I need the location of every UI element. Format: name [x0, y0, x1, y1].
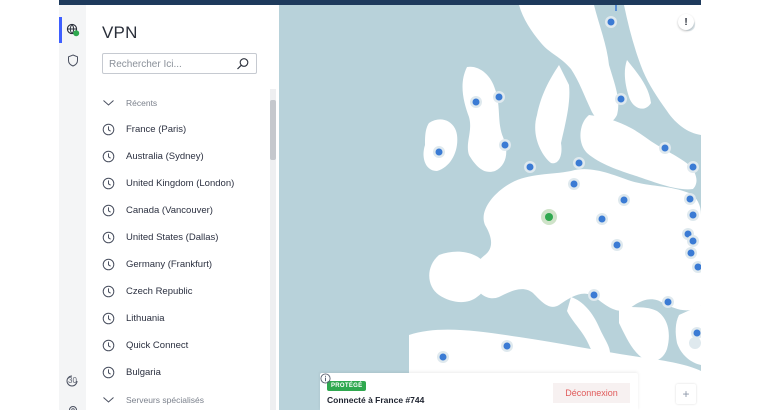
server-list: Récents France (Paris) Australia (Sydney) U… [86, 89, 269, 410]
clock-icon [102, 258, 115, 271]
list-item-label: Quick Connect [126, 340, 189, 351]
clock-icon [102, 150, 115, 163]
app-window: 30 VPN Récents France (Paris) Australia (S… [59, 0, 701, 410]
clock-icon [102, 312, 115, 325]
info-icon[interactable] [320, 373, 331, 384]
list-item-france-paris[interactable]: France (Paris) [86, 116, 269, 143]
clock-icon [102, 177, 115, 190]
landmass [409, 5, 701, 410]
clock-icon [102, 231, 115, 244]
list-item-czech-republic[interactable]: Czech Republic [86, 278, 269, 305]
connection-status-card: PROTÉGÉ Connecté à France #744 Déconnexi… [320, 373, 638, 410]
chevron-down-icon [102, 393, 115, 406]
zoom-in-button[interactable]: + [676, 384, 696, 404]
nav-rail: 30 [59, 5, 87, 410]
clock-icon [102, 285, 115, 298]
rail-settings-button[interactable] [59, 397, 86, 410]
rail-active-indicator [59, 17, 62, 43]
globe-shield-icon [66, 23, 79, 37]
section-header-serveurs-sp-cialis-s[interactable]: Serveurs spécialisés [86, 386, 269, 410]
list-item-label: United Kingdom (London) [126, 178, 235, 189]
list-item-label: Serveurs spécialisés [126, 394, 204, 405]
rail-timer-button[interactable]: 30 [59, 368, 86, 394]
list-item-label: Récents [126, 97, 158, 108]
scrollbar-thumb[interactable] [270, 100, 276, 160]
clock-icon [102, 204, 115, 217]
list-item-bulgaria[interactable]: Bulgaria [86, 359, 269, 386]
list-item-united-kingdom-london[interactable]: United Kingdom (London) [86, 170, 269, 197]
search-box [102, 53, 257, 74]
connection-text: Connecté à France #744 [327, 395, 425, 405]
disconnect-button[interactable]: Déconnexion [553, 383, 630, 403]
list-item-label: Australia (Sydney) [126, 151, 204, 162]
list-item-united-states-dallas[interactable]: United States (Dallas) [86, 224, 269, 251]
list-item-label: France (Paris) [126, 124, 187, 135]
list-item-lithuania[interactable]: Lithuania [86, 305, 269, 332]
search-icon[interactable] [236, 57, 250, 71]
list-item-label: Czech Republic [126, 286, 193, 297]
list-item-australia-sydney[interactable]: Australia (Sydney) [86, 143, 269, 170]
rail-vpn-button[interactable] [59, 17, 86, 43]
connected-server-marker[interactable] [541, 209, 557, 225]
list-item-label: United States (Dallas) [126, 232, 219, 243]
clock-icon [102, 339, 115, 352]
sidebar: VPN Récents France (Paris) Australia (Sydn… [86, 5, 279, 410]
page-title: VPN [102, 23, 138, 42]
map-graphic [409, 5, 701, 410]
gear-icon [68, 406, 77, 410]
rail-shield-button[interactable] [59, 47, 86, 73]
list-item-canada-vancouver[interactable]: Canada (Vancouver) [86, 197, 269, 224]
search-input[interactable] [109, 57, 229, 71]
list-item-label: Bulgaria [126, 367, 161, 378]
server-map[interactable]: ! PROTÉGÉ Connecté à France #744 Déconne… [279, 5, 701, 410]
chevron-down-icon [102, 96, 115, 109]
clock-icon [102, 123, 115, 136]
list-item-germany-frankfurt[interactable]: Germany (Frankfurt) [86, 251, 269, 278]
protected-badge: PROTÉGÉ [327, 381, 367, 391]
clock-icon [102, 366, 115, 379]
list-item-quick-connect[interactable]: Quick Connect [86, 332, 269, 359]
list-item-label: Germany (Frankfurt) [126, 259, 213, 270]
list-item-label: Canada (Vancouver) [126, 205, 213, 216]
timer-label: 30 [68, 376, 77, 385]
shield-icon [67, 53, 78, 67]
list-item-label: Lithuania [126, 313, 165, 324]
map-info-button[interactable]: ! [678, 14, 694, 30]
section-header-r-cents[interactable]: Récents [86, 89, 269, 116]
